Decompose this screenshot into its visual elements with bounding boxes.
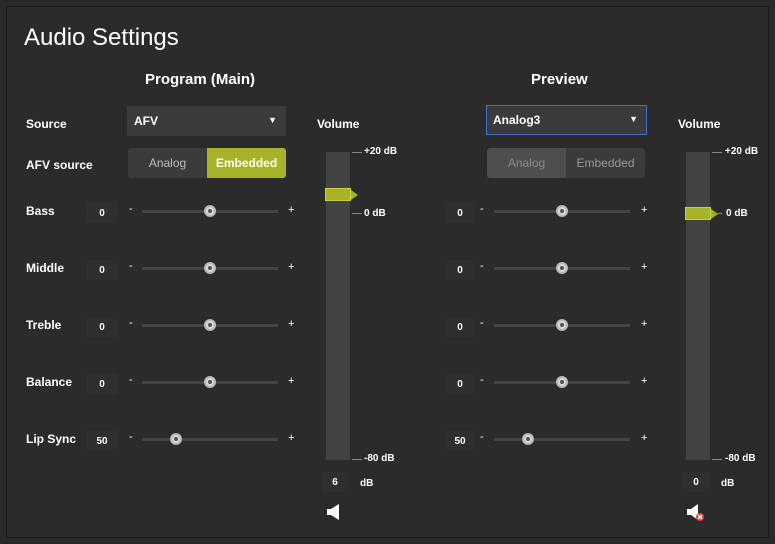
chevron-down-icon: ▼ (268, 115, 277, 125)
preview-bass-plus: + (641, 204, 648, 216)
program-balance-slider-knob[interactable] (204, 376, 216, 388)
preview-treble-slider-knob[interactable] (556, 319, 568, 331)
program-middle-slider-knob[interactable] (204, 262, 216, 274)
program-lip-sync-minus: - (129, 431, 133, 443)
treble-label: Treble (26, 318, 62, 332)
program-scale-bottom: -80 dB (364, 453, 395, 464)
program-bass-slider-knob[interactable] (204, 205, 216, 217)
preview-treble-plus: + (641, 318, 648, 330)
program-lip-sync-value[interactable]: 50 (87, 431, 117, 451)
program-lip-sync-plus: + (288, 432, 295, 444)
program-middle-value[interactable]: 0 (87, 260, 117, 280)
preview-lip-sync-slider-knob[interactable] (522, 433, 534, 445)
chevron-down-icon: ▼ (629, 114, 638, 124)
program-middle-plus: + (288, 261, 295, 273)
program-afv-toggle: Analog Embedded (128, 148, 286, 178)
lip-sync-label: Lip Sync (26, 432, 77, 446)
preview-balance-slider-knob[interactable] (556, 376, 568, 388)
program-lip-sync-slider-knob[interactable] (170, 433, 182, 445)
program-lip-sync-slider-track[interactable] (142, 438, 278, 441)
preview-lip-sync-slider-track[interactable] (494, 438, 630, 441)
program-treble-minus: - (129, 317, 133, 329)
program-bass-minus: - (129, 203, 133, 215)
source-label: Source (26, 117, 67, 131)
preview-middle-value[interactable]: 0 (445, 260, 475, 280)
scale-tick (352, 213, 362, 214)
preview-scale-bottom: -80 dB (725, 453, 756, 464)
program-source-value: AFV (134, 114, 158, 128)
program-treble-slider-knob[interactable] (204, 319, 216, 331)
preview-balance-minus: - (480, 374, 484, 386)
preview-lip-sync-plus: + (641, 432, 648, 444)
preview-balance-value[interactable]: 0 (445, 374, 475, 394)
preview-middle-minus: - (480, 260, 484, 272)
preview-middle-plus: + (641, 261, 648, 273)
preview-volume-thumb[interactable] (685, 206, 718, 220)
preview-scale-top: +20 dB (725, 146, 759, 157)
preview-scale-mid: 0 dB (726, 208, 748, 219)
preview-bass-slider-knob[interactable] (556, 205, 568, 217)
afv-source-label: AFV source (26, 158, 93, 172)
preview-bass-minus: - (480, 203, 484, 215)
preview-volume-value[interactable]: 0 (683, 472, 709, 492)
scale-tick (352, 152, 362, 153)
program-balance-plus: + (288, 375, 295, 387)
scale-tick (352, 459, 362, 460)
preview-treble-value[interactable]: 0 (445, 317, 475, 337)
preview-lip-sync-value[interactable]: 50 (445, 431, 475, 451)
program-balance-minus: - (129, 374, 133, 386)
preview-source-value: Analog3 (493, 113, 541, 127)
program-scale-top: +20 dB (364, 146, 398, 157)
preview-source-dropdown[interactable]: Analog3 ▼ (486, 105, 647, 135)
program-treble-plus: + (288, 318, 295, 330)
middle-label: Middle (26, 261, 64, 275)
program-balance-value[interactable]: 0 (87, 374, 117, 394)
scale-tick (712, 152, 722, 153)
preview-afv-toggle: Analog Embedded (487, 148, 645, 178)
program-volume-unit: dB (360, 478, 374, 489)
program-volume-label: Volume (317, 117, 360, 131)
program-heading: Program (Main) (145, 71, 256, 88)
preview-heading: Preview (531, 71, 588, 88)
speaker-muted-icon[interactable] (686, 503, 706, 523)
preview-afv-analog-option: Analog (487, 148, 566, 178)
program-afv-analog-option[interactable]: Analog (128, 148, 207, 178)
bass-label: Bass (26, 204, 55, 218)
preview-bass-value[interactable]: 0 (445, 203, 475, 223)
program-source-dropdown[interactable]: AFV ▼ (127, 106, 286, 136)
page-title: Audio Settings (24, 24, 179, 51)
program-volume-thumb[interactable] (325, 188, 358, 202)
balance-label: Balance (26, 375, 73, 389)
preview-volume-unit: dB (721, 478, 735, 489)
preview-balance-plus: + (641, 375, 648, 387)
preview-lip-sync-minus: - (480, 431, 484, 443)
preview-treble-minus: - (480, 317, 484, 329)
program-bass-plus: + (288, 204, 295, 216)
scale-tick (712, 459, 722, 460)
program-middle-minus: - (129, 260, 133, 272)
scale-tick (712, 213, 722, 214)
program-volume-value[interactable]: 6 (322, 472, 348, 492)
program-afv-embedded-option[interactable]: Embedded (207, 148, 286, 178)
program-treble-value[interactable]: 0 (87, 317, 117, 337)
program-scale-mid: 0 dB (364, 208, 386, 219)
preview-afv-embedded-option: Embedded (566, 148, 645, 178)
preview-middle-slider-knob[interactable] (556, 262, 568, 274)
preview-volume-track[interactable] (686, 152, 710, 460)
speaker-icon[interactable] (326, 503, 344, 521)
preview-volume-label: Volume (678, 117, 721, 131)
program-bass-value[interactable]: 0 (87, 203, 117, 223)
